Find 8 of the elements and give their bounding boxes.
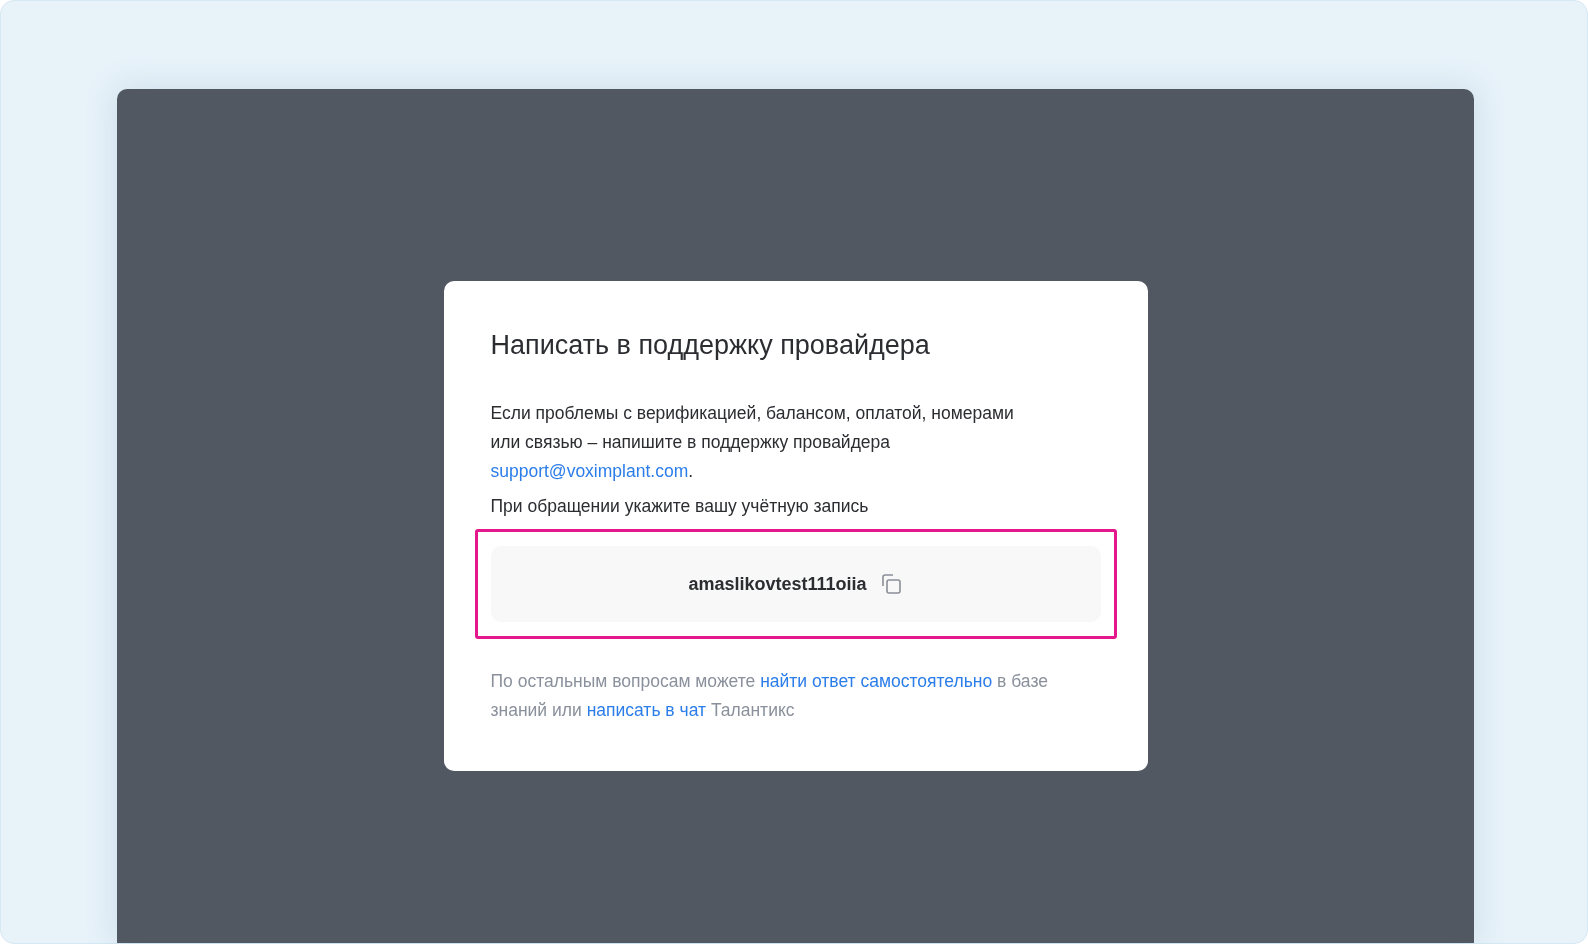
email-link[interactable]: support@voximplant.com [490, 461, 689, 482]
help-link[interactable]: найти ответ самостоятельно [760, 671, 993, 692]
account-name: amaslikovtest111oiia [688, 572, 867, 596]
help-link[interactable]: написать в чат [586, 700, 706, 721]
dialog-message: Если проблемы с верификацией, балансом, оплатой, номерами или связью – напишите в поддержку провайдера support@voximplant.com. [490, 402, 1015, 484]
dialog-title: Написать в поддержку провайдера [490, 329, 931, 362]
footer-note: По остальным вопросам можете найти ответ самостоятельно в базе знаний или написать в чат Талантикс [490, 670, 1049, 723]
account-prompt: При обращении укажите вашу учётную запись [490, 495, 870, 519]
